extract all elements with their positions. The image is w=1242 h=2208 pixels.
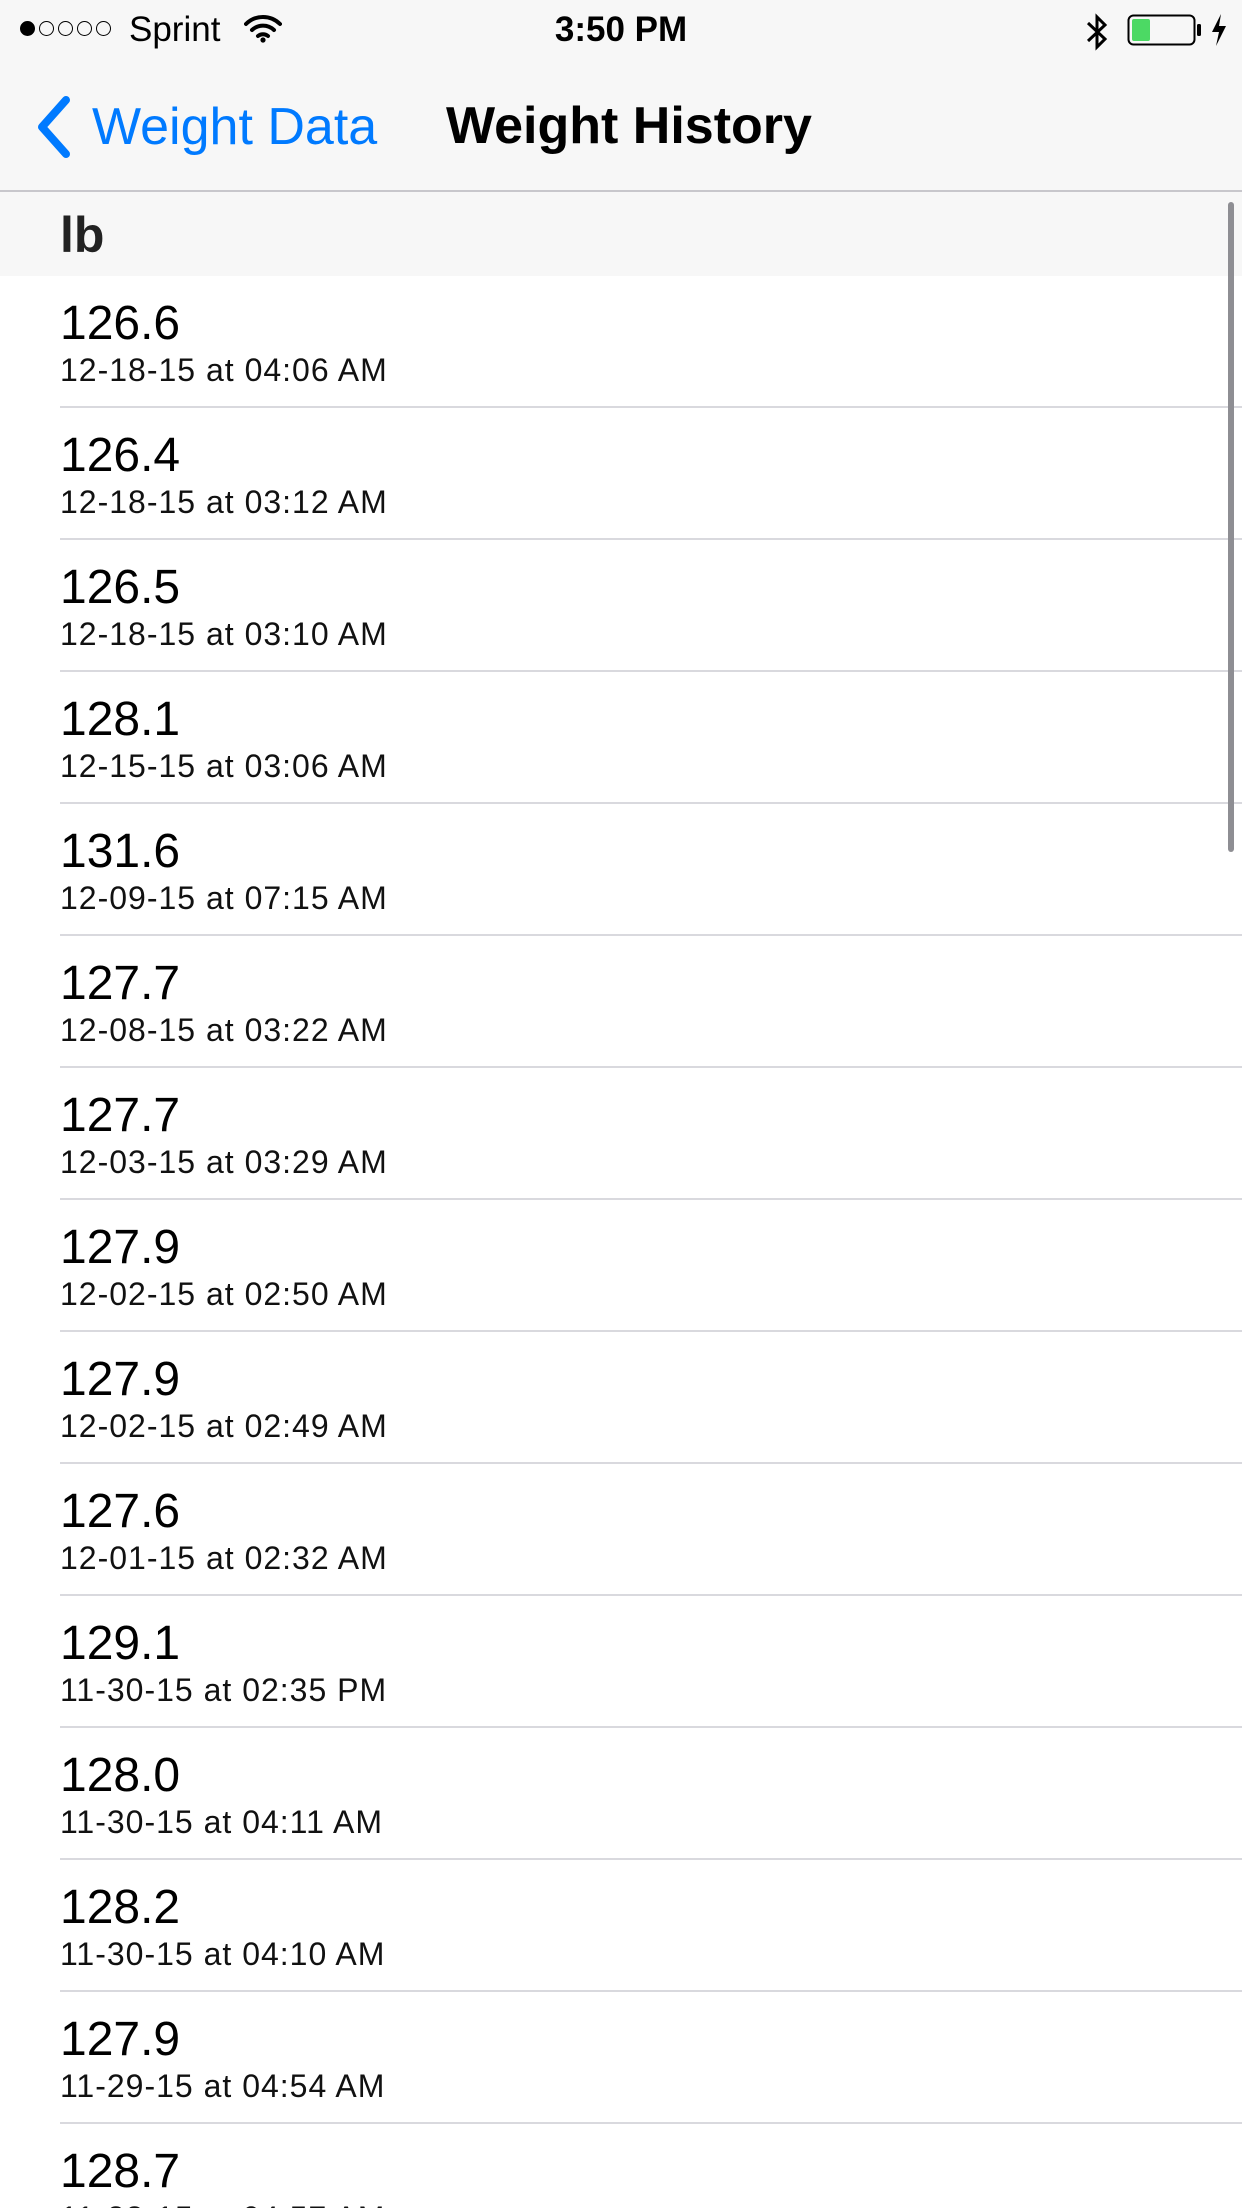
list-item[interactable]: 126.5 12-18-15 at 03:10 AM	[0, 540, 1242, 672]
weight-value: 127.9	[60, 2013, 181, 2066]
chevron-left-icon	[38, 96, 70, 158]
list-item[interactable]: 131.6 12-09-15 at 07:15 AM	[0, 804, 1242, 936]
weight-timestamp: 12-18-15 at 04:06 AM	[60, 352, 388, 388]
scroll-indicator[interactable]	[1228, 202, 1234, 852]
battery-level-fill	[1132, 19, 1150, 41]
weight-value: 127.9	[60, 1221, 181, 1274]
weight-value: 129.1	[60, 1617, 181, 1670]
battery-icon	[1127, 14, 1201, 46]
list-item[interactable]: 127.6 12-01-15 at 02:32 AM	[0, 1464, 1242, 1596]
weight-value: 128.1	[60, 693, 181, 746]
back-button-label: Weight Data	[92, 98, 378, 156]
weight-value: 127.7	[60, 957, 181, 1010]
weight-entry-list[interactable]: 126.6 12-18-15 at 04:06 AM 126.4 12-18-15 a…	[0, 276, 1242, 2208]
weight-value: 126.6	[60, 297, 181, 350]
list-item[interactable]: 127.9 12-02-15 at 02:50 AM	[0, 1200, 1242, 1332]
weight-timestamp: 12-02-15 at 02:49 AM	[60, 1408, 388, 1444]
list-item[interactable]: 126.4 12-18-15 at 03:12 AM	[0, 408, 1242, 540]
list-item[interactable]: 127.9 12-02-15 at 02:49 AM	[0, 1332, 1242, 1464]
list-item[interactable]: 128.1 12-15-15 at 03:06 AM	[0, 672, 1242, 804]
status-bar: Sprint 3:50 PM	[0, 0, 1242, 60]
list-item[interactable]: 127.7 12-08-15 at 03:22 AM	[0, 936, 1242, 1068]
weight-timestamp: 12-18-15 at 03:12 AM	[60, 484, 388, 520]
weight-timestamp: 11-30-15 at 04:11 AM	[60, 1804, 384, 1840]
weight-value: 127.7	[60, 1089, 181, 1142]
list-item[interactable]: 127.9 11-29-15 at 04:54 AM	[0, 1992, 1242, 2124]
weight-timestamp: 12-01-15 at 02:32 AM	[60, 1540, 388, 1576]
list-item[interactable]: 127.7 12-03-15 at 03:29 AM	[0, 1068, 1242, 1200]
status-time: 3:50 PM	[554, 10, 688, 49]
weight-timestamp: 11-29-15 at 04:54 AM	[60, 2068, 386, 2104]
weight-value: 128.0	[60, 1749, 181, 1802]
weight-timestamp: 12-02-15 at 02:50 AM	[60, 1276, 388, 1312]
charging-bolt-icon	[1212, 14, 1226, 46]
unit-label: lb	[60, 207, 105, 263]
weight-timestamp: 11-30-15 at 02:35 PM	[60, 1672, 388, 1708]
weight-timestamp: 12-09-15 at 07:15 AM	[60, 880, 388, 916]
weight-value: 127.6	[60, 1485, 181, 1538]
page-title: Weight History	[446, 97, 812, 155]
weight-timestamp: 12-18-15 at 03:10 AM	[60, 616, 388, 652]
list-item[interactable]: 128.7 11-28-15 at 04:57 AM	[0, 2124, 1242, 2208]
weight-value: 126.5	[60, 561, 181, 614]
navigation-bar: Weight Data Weight History	[0, 60, 1242, 192]
weight-value: 128.7	[60, 2145, 181, 2198]
section-header: lb	[0, 192, 1242, 276]
weight-timestamp: 12-03-15 at 03:29 AM	[60, 1144, 388, 1180]
weight-timestamp: 11-28-15 at 04:57 AM	[60, 2200, 385, 2208]
weight-history-screen: Sprint 3:50 PM Weight Data Weight Histor	[0, 0, 1242, 2208]
weight-timestamp: 12-08-15 at 03:22 AM	[60, 1012, 388, 1048]
weight-timestamp: 12-15-15 at 03:06 AM	[60, 748, 388, 784]
list-item[interactable]: 128.2 11-30-15 at 04:10 AM	[0, 1860, 1242, 1992]
list-item[interactable]: 128.0 11-30-15 at 04:11 AM	[0, 1728, 1242, 1860]
list-item[interactable]: 129.1 11-30-15 at 02:35 PM	[0, 1596, 1242, 1728]
weight-value: 131.6	[60, 825, 181, 878]
weight-value: 127.9	[60, 1353, 181, 1406]
weight-value: 126.4	[60, 429, 181, 482]
weight-timestamp: 11-30-15 at 04:10 AM	[60, 1936, 386, 1972]
list-item[interactable]: 126.6 12-18-15 at 04:06 AM	[0, 276, 1242, 408]
bluetooth-icon	[1086, 13, 1108, 51]
weight-value: 128.2	[60, 1881, 181, 1934]
back-button[interactable]: Weight Data	[34, 93, 377, 161]
